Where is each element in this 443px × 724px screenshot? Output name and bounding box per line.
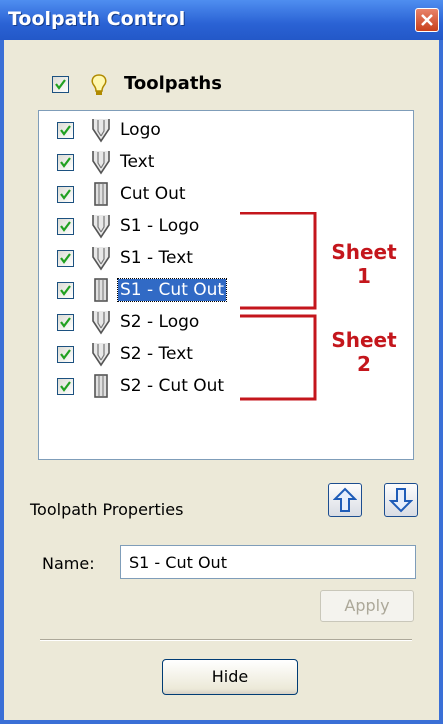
window-title: Toolpath Control <box>8 8 186 30</box>
toolpath-control-window: Toolpath Control Toolpaths Logo Text Cut O… <box>0 0 443 724</box>
close-button[interactable] <box>415 8 439 32</box>
checkmark-icon <box>60 221 71 232</box>
checkmark-icon <box>60 381 71 392</box>
end-mill-tool-icon <box>90 181 112 211</box>
sheet-1-annotation: Sheet 1 <box>324 240 404 288</box>
v-bit-tool-icon <box>90 245 112 275</box>
lightbulb-icon[interactable] <box>88 72 110 102</box>
toolpath-row[interactable]: Text <box>39 147 409 177</box>
checkmark-icon <box>60 253 71 264</box>
toolpath-label[interactable]: S1 - Logo <box>118 215 201 237</box>
toolpath-visibility-checkbox[interactable] <box>57 346 74 363</box>
checkmark-icon <box>60 317 71 328</box>
toolpath-row[interactable]: Cut Out <box>39 179 409 209</box>
v-bit-tool-icon <box>90 149 112 179</box>
checkmark-icon <box>55 79 66 90</box>
toolpath-label[interactable]: Cut Out <box>118 183 188 205</box>
sheet-2-annotation: Sheet 2 <box>324 328 404 376</box>
title-bar[interactable]: Toolpath Control <box>0 0 443 40</box>
toolpaths-master-checkbox[interactable] <box>52 76 69 93</box>
move-down-button[interactable] <box>384 483 418 517</box>
end-mill-tool-icon <box>90 277 112 307</box>
toolpath-label[interactable]: S1 - Text <box>118 247 195 269</box>
sheet-1-word: Sheet <box>331 240 397 264</box>
checkmark-icon <box>60 349 71 360</box>
v-bit-tool-icon <box>90 117 112 147</box>
toolpath-visibility-checkbox[interactable] <box>57 282 74 299</box>
toolpath-label[interactable]: Text <box>118 151 156 173</box>
toolpath-row[interactable]: S1 - Logo <box>39 211 409 241</box>
toolpath-label[interactable]: S1 - Cut Out <box>116 278 228 302</box>
sheet-2-number: 2 <box>357 352 371 376</box>
toolpaths-heading: Toolpaths <box>124 73 222 94</box>
end-mill-tool-icon <box>90 373 112 403</box>
sheet-bracket-annotations <box>240 212 317 401</box>
arrow-up-icon <box>333 487 357 512</box>
divider <box>40 639 412 641</box>
v-bit-tool-icon <box>90 341 112 371</box>
toolpath-visibility-checkbox[interactable] <box>57 218 74 235</box>
toolpath-visibility-checkbox[interactable] <box>57 186 74 203</box>
checkmark-icon <box>60 189 71 200</box>
hide-button[interactable]: Hide <box>162 659 298 695</box>
v-bit-tool-icon <box>90 309 112 339</box>
arrow-down-icon <box>389 488 413 513</box>
toolpath-visibility-checkbox[interactable] <box>57 250 74 267</box>
toolpath-label[interactable]: Logo <box>118 119 163 141</box>
apply-button[interactable]: Apply <box>320 590 414 622</box>
name-label: Name: <box>42 554 95 573</box>
checkmark-icon <box>60 125 71 136</box>
toolpath-label[interactable]: S2 - Cut Out <box>118 375 226 397</box>
toolpath-visibility-checkbox[interactable] <box>57 314 74 331</box>
v-bit-tool-icon <box>90 213 112 243</box>
toolpath-label[interactable]: S2 - Text <box>118 343 195 365</box>
toolpath-label[interactable]: S2 - Logo <box>118 311 201 333</box>
toolpath-visibility-checkbox[interactable] <box>57 378 74 395</box>
toolpath-visibility-checkbox[interactable] <box>57 154 74 171</box>
checkmark-icon <box>60 157 71 168</box>
name-field[interactable] <box>120 545 416 579</box>
toolpath-row[interactable]: Logo <box>39 115 409 145</box>
toolpath-properties-heading: Toolpath Properties <box>30 500 184 519</box>
close-icon <box>421 14 433 26</box>
checkmark-icon <box>60 285 71 296</box>
toolpath-visibility-checkbox[interactable] <box>57 122 74 139</box>
sheet-2-word: Sheet <box>331 328 397 352</box>
sheet-1-number: 1 <box>357 264 371 288</box>
move-up-button[interactable] <box>328 483 362 517</box>
